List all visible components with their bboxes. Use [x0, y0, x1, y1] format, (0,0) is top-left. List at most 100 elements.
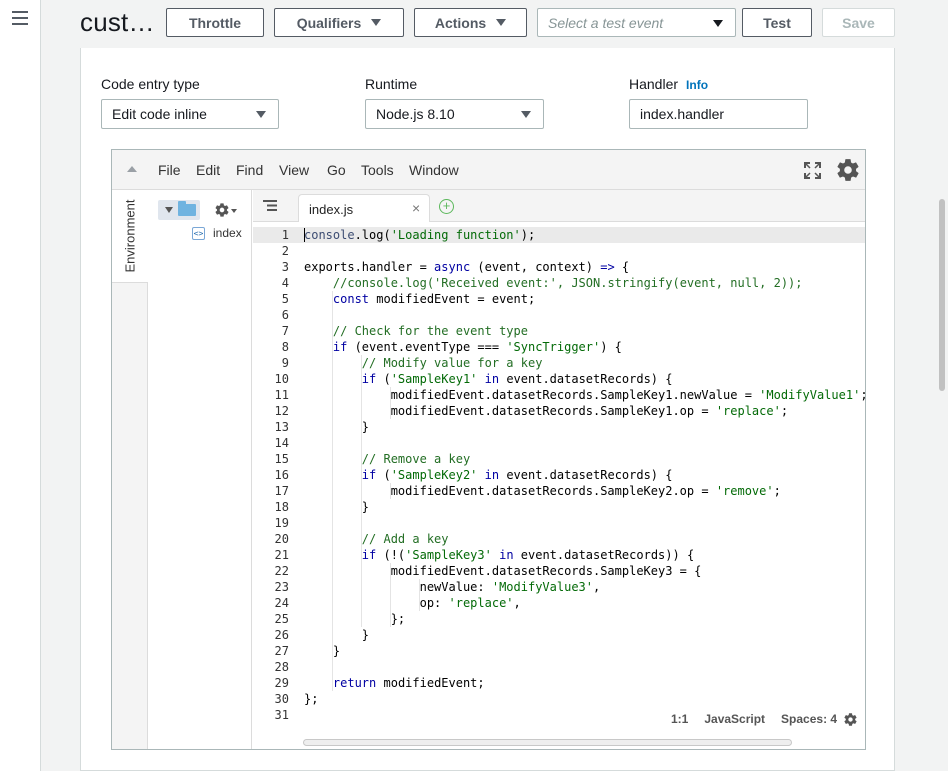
- left-navigation-bar: [0, 0, 41, 771]
- line-number: 10: [274, 372, 289, 386]
- code-entry-type-select[interactable]: Edit code inline: [101, 99, 279, 129]
- line-number: 18: [274, 500, 289, 514]
- editor-tab-bar: index.js × +: [253, 190, 865, 222]
- indentation-setting[interactable]: Spaces: 4: [781, 712, 837, 726]
- collapse-up-icon[interactable]: [127, 166, 137, 172]
- line-number: 16: [274, 468, 289, 482]
- line-number: 6: [281, 308, 289, 322]
- menu-find[interactable]: Find: [236, 162, 263, 178]
- code-line: }: [304, 420, 370, 434]
- menu-edit[interactable]: Edit: [196, 162, 220, 178]
- line-number: 27: [274, 644, 289, 658]
- file-tree: <> index: [148, 190, 252, 749]
- line-number: 30: [274, 692, 289, 706]
- code-line: return modifiedEvent;: [332, 676, 485, 690]
- code-line: };: [304, 612, 406, 626]
- code-line: };: [304, 692, 319, 706]
- fullscreen-icon[interactable]: [804, 162, 821, 179]
- line-number: 19: [274, 516, 289, 530]
- code-entry-type-label: Code entry type: [101, 76, 200, 92]
- handler-value: index.handler: [640, 106, 725, 122]
- editor-tab-label: index.js: [309, 202, 354, 217]
- line-number: 8: [281, 340, 289, 354]
- code-line: if ('SampleKey1' in event.datasetRecords…: [361, 372, 673, 386]
- caret-down-icon[interactable]: [231, 209, 237, 213]
- menu-go[interactable]: Go: [327, 162, 346, 178]
- code-line: // Check for the event type: [332, 324, 528, 338]
- line-number-gutter: 1 2 3 4 5 6 7 8 9 10 11 12 13 14 15 16 1…: [253, 227, 299, 727]
- line-number: 17: [274, 484, 289, 498]
- editor-area: index.js × + 1 2 3 4 5 6 7 8 9 10 11 12 …: [253, 190, 865, 749]
- code-line: if (!('SampleKey3' in event.datasetRecor…: [361, 548, 695, 562]
- save-button-label: Save: [842, 14, 875, 31]
- runtime-select[interactable]: Node.js 8.10: [365, 99, 544, 129]
- ide-menu-bar: File Edit Find View Go Tools Window: [112, 150, 865, 190]
- language-mode[interactable]: JavaScript: [704, 712, 765, 726]
- editor-tab-index-js[interactable]: index.js ×: [298, 194, 430, 222]
- line-number: 4: [281, 276, 289, 290]
- code-line: exports.handler = async (event, context)…: [304, 260, 630, 274]
- handler-label-row: Handler Info: [629, 76, 708, 92]
- line-number: 15: [274, 452, 289, 466]
- add-tab-icon[interactable]: +: [439, 199, 454, 214]
- line-number: 1: [253, 227, 299, 243]
- code-file-icon: <>: [192, 226, 205, 240]
- page-scroll-thumb[interactable]: [939, 199, 945, 391]
- runtime-value: Node.js 8.10: [376, 106, 455, 122]
- menu-tools[interactable]: Tools: [361, 162, 394, 178]
- caret-down-icon: [256, 111, 266, 118]
- line-number: 23: [274, 580, 289, 594]
- code-line: modifiedEvent.datasetRecords.SampleKey3 …: [304, 564, 702, 578]
- code-line: }: [304, 500, 370, 514]
- editor-settings-gear-icon[interactable]: [843, 712, 858, 727]
- hamburger-menu-icon[interactable]: [12, 11, 28, 27]
- folder-icon: [178, 201, 196, 216]
- handler-input[interactable]: index.handler: [629, 99, 808, 129]
- throttle-button[interactable]: Throttle: [166, 8, 264, 37]
- code-line: if (event.eventType === 'SyncTrigger') {: [332, 340, 622, 354]
- tree-settings-gear-icon[interactable]: [214, 202, 230, 218]
- runtime-label: Runtime: [365, 76, 418, 92]
- page-vertical-scrollbar[interactable]: [936, 0, 948, 771]
- code-text-area[interactable]: console.log('Loading function'); exports…: [299, 227, 865, 727]
- throttle-button-label: Throttle: [188, 14, 242, 31]
- menu-window[interactable]: Window: [409, 162, 459, 178]
- code-line: modifiedEvent.datasetRecords.SampleKey1.…: [304, 404, 789, 418]
- cursor-position[interactable]: 1:1: [671, 712, 688, 726]
- tree-root-folder[interactable]: [158, 200, 200, 220]
- actions-dropdown-button[interactable]: Actions: [414, 8, 527, 37]
- line-number: 3: [281, 260, 289, 274]
- handler-info-link[interactable]: Info: [686, 78, 708, 92]
- menu-view[interactable]: View: [279, 162, 309, 178]
- environment-tab[interactable]: Environment: [112, 190, 148, 283]
- qualifiers-dropdown-button[interactable]: Qualifiers: [274, 8, 404, 37]
- test-button[interactable]: Test: [742, 8, 812, 37]
- test-button-label: Test: [763, 14, 791, 31]
- code-line: }: [304, 644, 341, 658]
- line-number: 20: [274, 532, 289, 546]
- line-number: 9: [281, 356, 289, 370]
- tab-list-icon[interactable]: [263, 200, 277, 211]
- line-number: 24: [274, 596, 289, 610]
- line-number: 5: [281, 292, 289, 306]
- qualifiers-button-label: Qualifiers: [296, 14, 362, 31]
- line-number: 13: [274, 420, 289, 434]
- code-line: modifiedEvent.datasetRecords.SampleKey2.…: [304, 484, 781, 498]
- test-event-select[interactable]: Select a test event: [537, 8, 736, 37]
- caret-down-icon: [521, 111, 531, 118]
- line-number: 22: [274, 564, 289, 578]
- line-number: 26: [274, 628, 289, 642]
- code-line: // Remove a key: [361, 452, 471, 466]
- menu-file[interactable]: File: [158, 162, 181, 178]
- editor-horizontal-scrollbar[interactable]: [303, 739, 792, 746]
- tree-file-item[interactable]: <> index: [192, 224, 242, 242]
- code-line: op: 'replace',: [304, 596, 521, 610]
- save-button[interactable]: Save: [822, 8, 895, 37]
- line-number: 29: [274, 676, 289, 690]
- code-entry-type-value: Edit code inline: [112, 106, 207, 122]
- environment-sidebar: Environment: [112, 190, 148, 749]
- code-line: //console.log('Received event:', JSON.st…: [332, 276, 803, 290]
- code-line: if ('SampleKey2' in event.datasetRecords…: [361, 468, 673, 482]
- close-tab-icon[interactable]: ×: [412, 200, 420, 216]
- ide-settings-gear-icon[interactable]: [835, 157, 861, 183]
